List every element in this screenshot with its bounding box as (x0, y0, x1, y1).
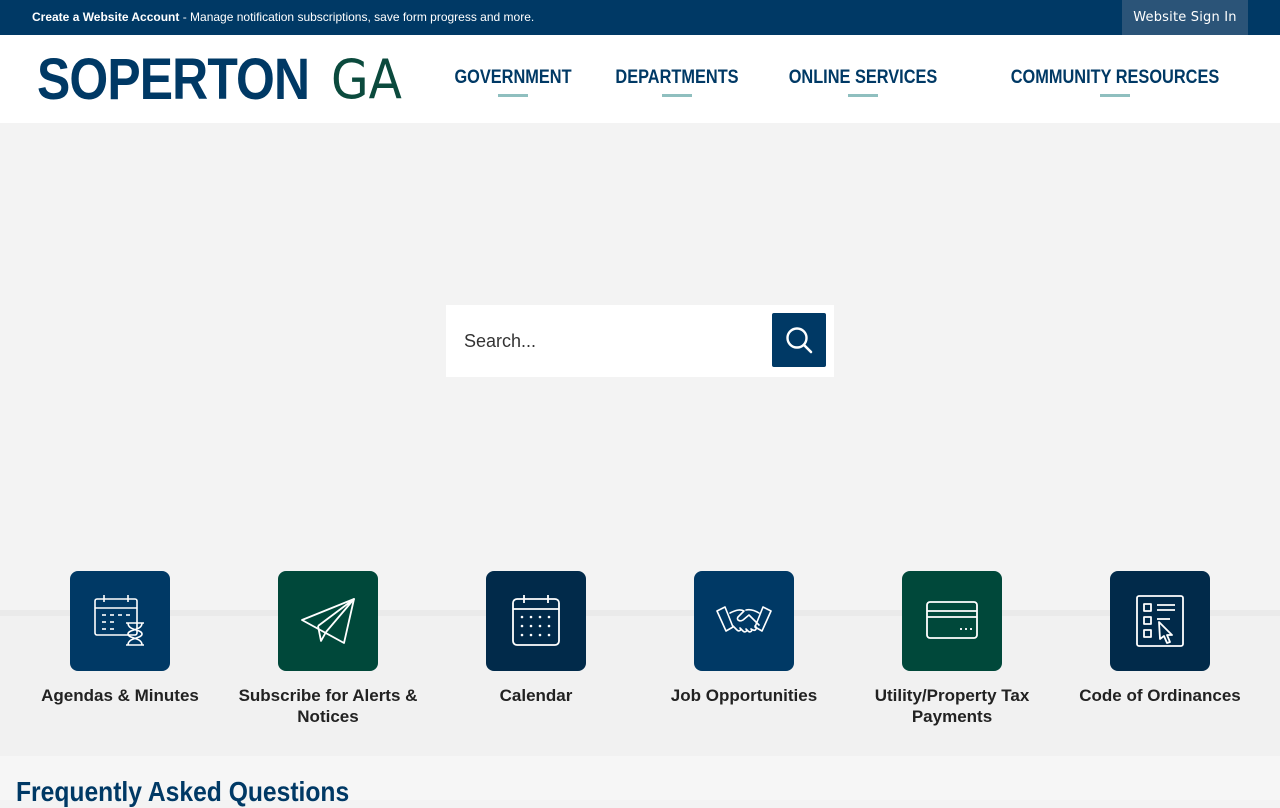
quick-link-code-of-ordinances[interactable]: Code of Ordinances (1060, 571, 1260, 706)
site-header: SOPERTON GA GOVERNMENT DEPARTMENTS ONLINE… (0, 35, 1280, 123)
faq-heading: Frequently Asked Questions (16, 776, 350, 807)
nav-label: COMMUNITY RESOURCES (1010, 67, 1220, 88)
quick-link-agendas-minutes[interactable]: Agendas & Minutes (20, 571, 220, 706)
quick-link-label: Utility/Property Tax Payments (874, 686, 1030, 726)
nav-online-services[interactable]: ONLINE SERVICES (773, 65, 953, 99)
nav-community-resources[interactable]: COMMUNITY RESOURCES (990, 65, 1240, 99)
create-account-link[interactable]: Create a Website Account - Manage notifi… (32, 0, 534, 35)
top-utility-bar: Create a Website Account - Manage notifi… (0, 0, 1280, 35)
quick-link-label: Agendas & Minutes (41, 686, 199, 705)
nav-underline (662, 94, 692, 97)
paper-plane-icon (301, 598, 355, 644)
quick-link-tile (278, 571, 378, 671)
nav-underline (1100, 94, 1130, 97)
quick-link-subscribe-alerts[interactable]: Subscribe for Alerts & Notices (228, 571, 428, 727)
nav-label: ONLINE SERVICES (788, 67, 938, 88)
calendar-hourglass-icon (94, 595, 144, 646)
quick-link-tile (70, 571, 170, 671)
quick-link-tile (902, 571, 1002, 671)
nav-label: GOVERNMENT (454, 67, 572, 88)
quick-link-utility-tax-payments[interactable]: Utility/Property Tax Payments (852, 571, 1052, 727)
calendar-icon (512, 595, 560, 646)
site-search (446, 305, 834, 377)
quick-link-calendar[interactable]: Calendar (436, 571, 636, 706)
quick-link-label: Code of Ordinances (1079, 686, 1241, 705)
nav-underline (498, 94, 528, 97)
search-button[interactable] (772, 313, 826, 367)
nav-underline (848, 94, 878, 97)
quick-link-job-opportunities[interactable]: Job Opportunities (644, 571, 844, 706)
site-logo[interactable]: SOPERTON GA (37, 47, 402, 112)
nav-government[interactable]: GOVERNMENT (443, 65, 583, 99)
website-sign-in-button[interactable]: Website Sign In (1122, 0, 1248, 35)
quick-link-label: Calendar (499, 686, 573, 705)
credit-card-icon (926, 601, 978, 639)
quick-link-label: Subscribe for Alerts & Notices (238, 686, 418, 726)
nav-label: DEPARTMENTS (615, 67, 739, 88)
handshake-icon (716, 606, 772, 633)
quick-link-tile (694, 571, 794, 671)
logo-main-text: SOPERTON (37, 47, 310, 112)
search-icon (786, 327, 813, 354)
search-input[interactable] (464, 323, 764, 359)
nav-departments[interactable]: DEPARTMENTS (602, 65, 752, 99)
logo-suffix-text: GA (331, 48, 402, 111)
checklist-icon (1136, 595, 1184, 647)
quick-link-tile (1110, 571, 1210, 671)
quick-link-label: Job Opportunities (670, 686, 818, 705)
quick-link-tile (486, 571, 586, 671)
